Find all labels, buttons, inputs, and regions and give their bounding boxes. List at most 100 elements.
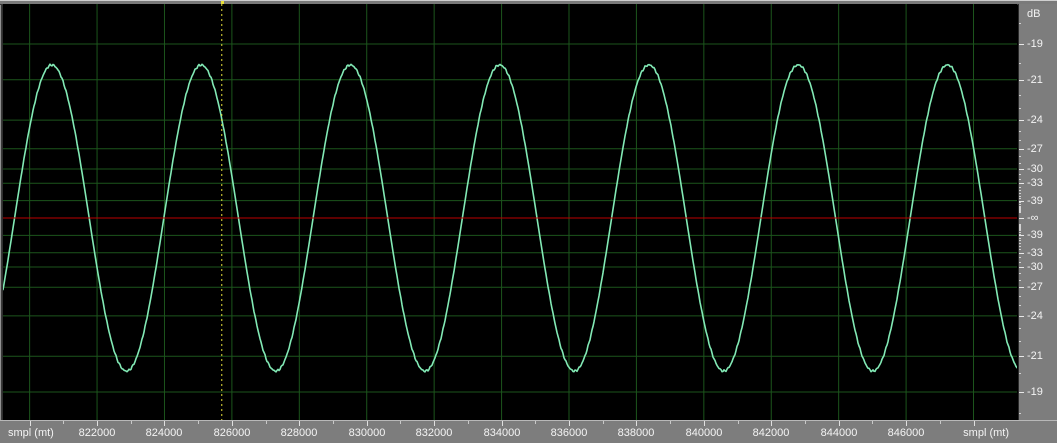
time-ruler-minor-tick xyxy=(468,421,469,424)
time-ruler[interactable]: smpl (mt) smpl (mt) 822000 824000 826000 82… xyxy=(0,420,1057,443)
level-ruler-minor-tick xyxy=(1019,238,1021,239)
time-ruler-major-tick xyxy=(30,421,31,426)
level-ruler-minor-tick xyxy=(1019,187,1021,188)
level-ruler-minor-tick xyxy=(1019,140,1021,141)
time-ruler-minor-tick xyxy=(535,421,536,424)
time-ruler-minor-tick xyxy=(333,421,334,424)
level-ruler-minor-tick xyxy=(1019,202,1021,203)
level-tick-label: -30 xyxy=(1027,163,1043,175)
level-tick-label: -39 xyxy=(1027,229,1043,241)
waveform-plot-svg xyxy=(3,4,1017,420)
time-ruler-major-tick xyxy=(636,421,637,426)
time-ruler-minor-tick xyxy=(198,421,199,424)
level-ruler-minor-tick xyxy=(1019,262,1021,263)
level-ruler-minor-tick xyxy=(1019,273,1021,274)
level-ruler-minor-tick xyxy=(1019,305,1021,306)
level-ruler-major-tick xyxy=(1019,392,1024,393)
time-tick-label: 822000 xyxy=(78,427,116,439)
time-tick-label: 846000 xyxy=(887,427,925,439)
level-ruler-minor-tick xyxy=(1019,224,1021,225)
time-ruler-major-tick xyxy=(906,421,907,426)
time-tick-label: 828000 xyxy=(280,427,318,439)
level-ruler-major-tick xyxy=(1019,316,1024,317)
level-ruler-major-tick xyxy=(1019,169,1024,170)
time-ruler-minor-tick xyxy=(940,421,941,424)
time-ruler-minor-tick xyxy=(400,421,401,424)
time-tick-label: 836000 xyxy=(550,427,588,439)
waveform-display[interactable] xyxy=(3,4,1017,420)
time-ruler-unit-label-right: smpl (mt) xyxy=(963,427,1009,439)
level-ruler-major-tick xyxy=(1019,253,1024,254)
time-ruler-major-tick xyxy=(367,421,368,426)
level-ruler-major-tick xyxy=(1019,356,1024,357)
level-ruler-minor-tick xyxy=(1019,190,1021,191)
time-tick-label: 832000 xyxy=(415,427,453,439)
level-ruler-major-tick xyxy=(1019,149,1024,150)
time-ruler-minor-tick xyxy=(131,421,132,424)
time-ruler-major-tick xyxy=(704,421,705,426)
level-ruler-minor-tick xyxy=(1019,227,1021,228)
time-tick-label: 838000 xyxy=(617,427,655,439)
level-tick-label: -∞ xyxy=(1027,212,1039,224)
time-ruler-major-tick xyxy=(232,421,233,426)
level-ruler-minor-tick xyxy=(1019,193,1021,194)
level-ruler[interactable]: dB -19 -19 -21 -21 -24 -24 -27 -27 -30 -30 -33 -33 -… xyxy=(1018,4,1057,443)
level-tick-label: -27 xyxy=(1027,281,1043,293)
time-tick-label: 840000 xyxy=(685,427,723,439)
level-ruler-major-tick xyxy=(1019,120,1024,121)
level-tick-label: -21 xyxy=(1027,74,1043,86)
level-ruler-minor-tick xyxy=(1019,204,1021,205)
time-ruler-minor-tick xyxy=(805,421,806,424)
level-ruler-major-tick xyxy=(1019,183,1024,184)
level-ruler-minor-tick xyxy=(1019,198,1021,199)
time-ruler-minor-tick xyxy=(63,421,64,424)
level-ruler-minor-tick xyxy=(1019,230,1021,231)
time-ruler-major-tick xyxy=(502,421,503,426)
level-ruler-minor-tick xyxy=(1019,196,1021,197)
level-tick-label: -39 xyxy=(1027,195,1043,207)
level-ruler-minor-tick xyxy=(1019,341,1021,342)
level-tick-label: -21 xyxy=(1027,350,1043,362)
level-ruler-minor-tick xyxy=(1019,131,1021,132)
level-ruler-minor-tick xyxy=(1019,156,1021,157)
time-ruler-major-tick xyxy=(839,421,840,426)
time-tick-label: 834000 xyxy=(483,427,521,439)
level-ruler-minor-tick xyxy=(1019,229,1021,230)
level-ruler-major-tick xyxy=(1019,235,1024,236)
level-ruler-major-tick xyxy=(1019,267,1024,268)
level-ruler-minor-tick xyxy=(1019,232,1021,233)
time-tick-label: 826000 xyxy=(213,427,251,439)
time-ruler-minor-tick xyxy=(738,421,739,424)
level-ruler-minor-tick xyxy=(1019,163,1021,164)
level-tick-label: -30 xyxy=(1027,261,1043,273)
level-ruler-minor-tick xyxy=(1019,328,1021,329)
time-tick-label: 830000 xyxy=(348,427,386,439)
level-ruler-minor-tick xyxy=(1019,249,1021,250)
time-ruler-minor-tick xyxy=(603,421,604,424)
level-ruler-minor-tick xyxy=(1019,63,1021,64)
time-ruler-minor-tick xyxy=(872,421,873,424)
time-tick-label: 824000 xyxy=(145,427,183,439)
level-ruler-minor-tick xyxy=(1019,23,1021,24)
level-ruler-minor-tick xyxy=(1019,212,1021,213)
level-ruler-minor-tick xyxy=(1019,413,1021,414)
level-ruler-minor-tick xyxy=(1019,240,1021,241)
level-ruler-minor-tick xyxy=(1019,246,1021,247)
audio-editor-waveform-window: dB -19 -19 -21 -21 -24 -24 -27 -27 -30 -30 -33 -33 -… xyxy=(0,0,1057,443)
level-ruler-minor-tick xyxy=(1019,373,1021,374)
level-ruler-minor-tick xyxy=(1019,243,1021,244)
time-tick-label: 842000 xyxy=(752,427,790,439)
level-tick-label: -33 xyxy=(1027,177,1043,189)
level-tick-label: -33 xyxy=(1027,247,1043,259)
level-ruler-major-tick xyxy=(1019,218,1024,219)
time-tick-label: 844000 xyxy=(820,427,858,439)
level-ruler-minor-tick xyxy=(1019,225,1021,226)
time-ruler-major-tick xyxy=(771,421,772,426)
level-ruler-unit-label: dB xyxy=(1027,8,1041,20)
time-ruler-major-tick xyxy=(974,421,975,426)
time-ruler-major-tick xyxy=(164,421,165,426)
time-ruler-major-tick xyxy=(299,421,300,426)
time-ruler-unit-label-left: smpl (mt) xyxy=(8,427,54,439)
level-tick-label: -24 xyxy=(1027,310,1043,322)
level-ruler-minor-tick xyxy=(1019,226,1021,227)
